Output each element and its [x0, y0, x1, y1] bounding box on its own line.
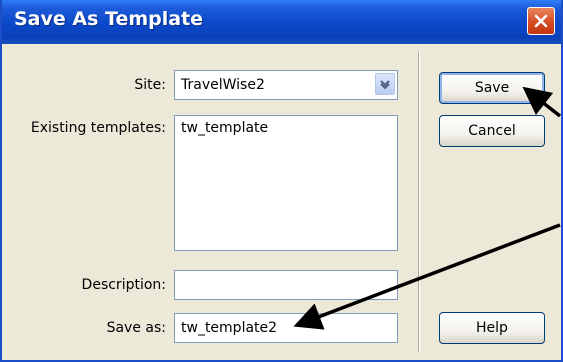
site-select[interactable]: TravelWise2 [174, 70, 398, 100]
cancel-button[interactable]: Cancel [439, 115, 545, 147]
site-select-value: TravelWise2 [181, 77, 265, 93]
divider [418, 52, 420, 352]
dropdown-button[interactable] [375, 73, 395, 95]
dialog-title: Save As Template [14, 8, 204, 30]
save-button[interactable]: Save [439, 72, 545, 104]
title-bar: Save As Template [2, 0, 561, 44]
existing-templates-label: Existing templates: [30, 120, 166, 136]
site-label: Site: [134, 77, 166, 93]
help-button[interactable]: Help [439, 312, 545, 344]
description-input[interactable] [174, 270, 398, 300]
chevron-down-icon [380, 80, 390, 89]
list-item[interactable]: tw_template [181, 120, 391, 136]
save-as-input[interactable]: tw_template2 [174, 313, 398, 343]
close-button[interactable] [527, 7, 555, 35]
save-as-label: Save as: [106, 320, 166, 336]
save-as-template-dialog: Save As Template Site: TravelWise2 Exist… [0, 0, 563, 362]
description-label: Description: [81, 277, 166, 293]
save-as-value: tw_template2 [181, 320, 278, 336]
existing-templates-list[interactable]: tw_template [174, 115, 398, 251]
close-x-icon [534, 14, 548, 28]
